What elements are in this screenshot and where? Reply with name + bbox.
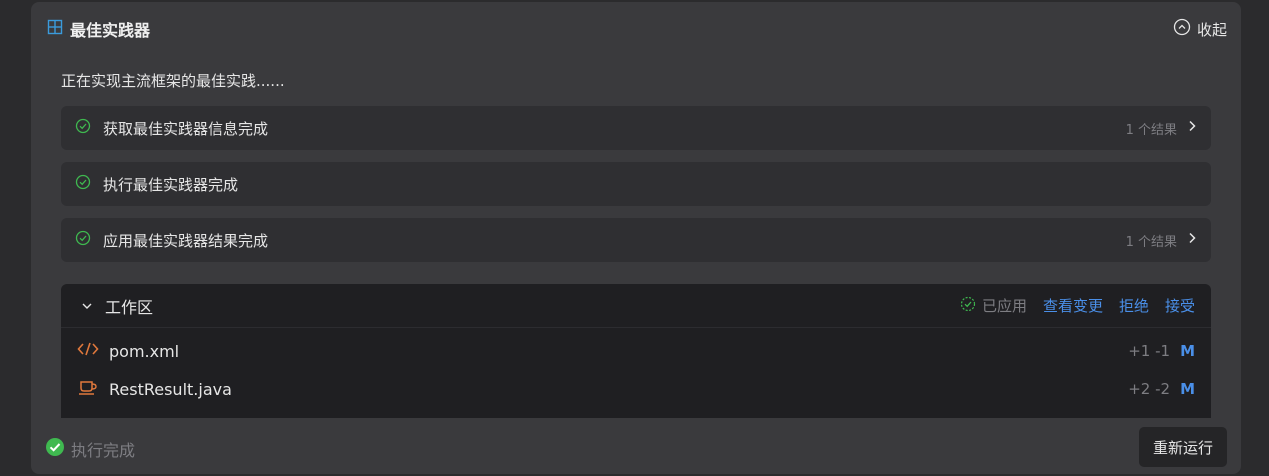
best-practice-panel: 最佳实践器 收起 正在实现主流框架的最佳实践...... 获取最佳实践器信息完成… (31, 2, 1241, 474)
reject-link[interactable]: 拒绝 (1119, 295, 1149, 316)
check-circle-icon (75, 174, 91, 194)
chevron-up-circle-icon (1173, 18, 1191, 40)
chevron-right-icon (1187, 120, 1197, 136)
chevron-right-icon (1187, 232, 1197, 248)
file-diff-stats: +2 -2 (1128, 380, 1171, 398)
step-fetch-info[interactable]: 获取最佳实践器信息完成 1 个结果 (61, 106, 1211, 150)
grid-icon (47, 19, 63, 39)
execution-status: 执行完成 (45, 437, 135, 461)
file-name: RestResult.java (109, 379, 232, 399)
applied-label: 已应用 (981, 297, 1027, 315)
chevron-down-icon (81, 296, 93, 315)
file-modified-badge: M (1180, 380, 1195, 398)
step-result-link[interactable]: 1 个结果 (1126, 119, 1197, 138)
check-circle-filled-icon (45, 437, 65, 461)
rerun-button[interactable]: 重新运行 (1139, 427, 1227, 467)
workspace-toggle[interactable]: 工作区 (81, 294, 153, 318)
execution-status-label: 执行完成 (71, 441, 136, 460)
step-apply-results[interactable]: 应用最佳实践器结果完成 1 个结果 (61, 218, 1211, 262)
step-result-count: 1 个结果 (1125, 234, 1177, 250)
step-execute: 执行最佳实践器完成 (61, 162, 1211, 206)
file-modified-badge: M (1180, 342, 1195, 360)
panel-title: 最佳实践器 (70, 21, 151, 40)
file-row-pom[interactable]: pom.xml +1 -1 M (61, 332, 1211, 370)
collapse-button[interactable]: 收起 (1173, 18, 1227, 40)
progress-message: 正在实现主流框架的最佳实践...... (61, 72, 285, 90)
view-changes-link[interactable]: 查看变更 (1043, 295, 1103, 316)
applied-status: 已应用 (960, 295, 1027, 316)
java-cup-icon (77, 378, 99, 400)
file-row-restresult[interactable]: RestResult.java +2 -2 M (61, 370, 1211, 408)
file-diff-stats: +1 -1 (1128, 342, 1171, 360)
file-name: pom.xml (109, 341, 180, 361)
step-label: 应用最佳实践器结果完成 (103, 231, 269, 250)
step-result-link[interactable]: 1 个结果 (1126, 231, 1197, 250)
check-circle-icon (75, 230, 91, 250)
check-circle-icon (75, 118, 91, 138)
workspace-header: 工作区 已应用 查看变更 拒绝 接受 (61, 284, 1211, 328)
collapse-label: 收起 (1196, 20, 1227, 39)
check-circle-dashed-icon (960, 296, 976, 316)
workspace-panel: 工作区 已应用 查看变更 拒绝 接受 pom.xml +1 -1 M RestR… (61, 284, 1211, 418)
step-result-count: 1 个结果 (1125, 122, 1177, 138)
workspace-title: 工作区 (105, 297, 154, 317)
panel-header: 最佳实践器 收起 (47, 16, 1227, 42)
step-label: 执行最佳实践器完成 (103, 175, 239, 194)
accept-link[interactable]: 接受 (1165, 295, 1195, 316)
step-label: 获取最佳实践器信息完成 (103, 119, 269, 138)
xml-code-icon (77, 341, 99, 361)
